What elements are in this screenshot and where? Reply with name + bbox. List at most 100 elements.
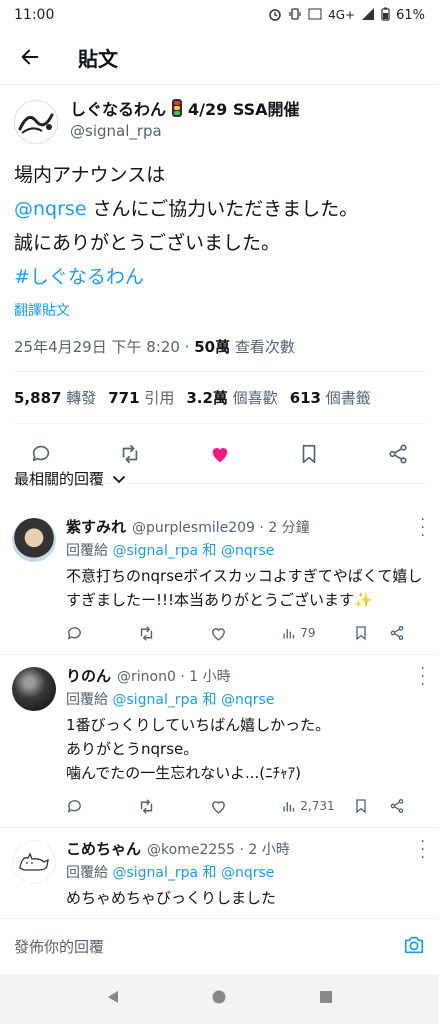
reply-item[interactable]: こめちゃん @kome2255 · 2 小時 回覆給 @signal_rpa 和… bbox=[0, 828, 439, 910]
circle-home-icon bbox=[212, 990, 226, 1004]
quotes-label: 引用 bbox=[139, 389, 175, 407]
likes-stat[interactable]: 3.2萬 個喜歡 bbox=[186, 387, 277, 408]
reply-views-count: 2,731 bbox=[300, 799, 335, 813]
reposts-label: 轉發 bbox=[61, 389, 97, 407]
heart-filled-icon bbox=[212, 447, 227, 462]
post-text: 場内アナウンスは @nqrse さんにご協力いただきました。 誠にありがとうござ… bbox=[0, 144, 439, 294]
reply-author-handle[interactable]: @kome2255 · 2 小時 bbox=[147, 839, 290, 859]
reply-author-name[interactable]: 紫すみれ bbox=[66, 516, 126, 537]
reply-actions: 2,731 bbox=[66, 785, 425, 827]
bookmark-icon bbox=[302, 444, 316, 463]
reply-to-prefix: 回覆給 bbox=[66, 543, 113, 559]
reply-input[interactable]: 發佈你的回覆 bbox=[14, 936, 403, 957]
author-name[interactable]: しぐなるわん 4/29 SSA開催 bbox=[70, 96, 300, 120]
translate-post-link[interactable]: 翻譯貼文 bbox=[0, 294, 439, 320]
reply-to-line: 回覆給 @signal_rpa 和 @nqrse bbox=[66, 862, 425, 882]
reply-text-line: 噛んでたの一生忘れないよ...(ﾆﾁｬｱ) bbox=[66, 764, 301, 782]
reply-bookmark-button[interactable] bbox=[353, 625, 389, 641]
repost-button[interactable] bbox=[119, 443, 141, 465]
reply-text: めちゃめちゃびっくりしました bbox=[66, 889, 277, 907]
reply-avatar[interactable] bbox=[12, 667, 56, 711]
reply-share-button[interactable] bbox=[389, 798, 425, 814]
repost-icon bbox=[123, 444, 138, 463]
reply-to-users[interactable]: @signal_rpa 和 @nqrse bbox=[112, 865, 274, 881]
views-label: 查看次數 bbox=[230, 338, 295, 356]
reply-views-button[interactable]: 79 bbox=[281, 626, 353, 641]
bar-chart-icon bbox=[283, 628, 295, 638]
author-name-suffix: 4/29 SSA開催 bbox=[188, 100, 300, 119]
reply-composer: 發佈你的回覆 bbox=[0, 918, 439, 974]
bookmark-button[interactable] bbox=[298, 443, 320, 465]
reply-views-count: 79 bbox=[300, 626, 316, 640]
reply-avatar[interactable] bbox=[12, 840, 56, 884]
post-stats: 5,887 轉發 771 引用 3.2萬 個喜歡 613 個書籤 bbox=[14, 372, 425, 424]
reply-author-handle[interactable]: @rinon0 · 1 小時 bbox=[117, 666, 231, 686]
main-post: しぐなるわん 4/29 SSA開催 @signal_rpa 場内アナウンスは @… bbox=[0, 86, 439, 484]
reply-comment-button[interactable] bbox=[66, 798, 138, 815]
traffic-light-icon bbox=[172, 99, 183, 117]
reply-repost-button[interactable] bbox=[138, 798, 210, 815]
comment-icon bbox=[67, 626, 81, 640]
replies-sort-dropdown[interactable]: 最相關的回覆 bbox=[14, 468, 126, 489]
reply-to-users[interactable]: @signal_rpa 和 @nqrse bbox=[112, 692, 274, 708]
bookmarks-count: 613 bbox=[289, 389, 321, 407]
author-name-text: しぐなるわん bbox=[70, 100, 167, 119]
more-options-icon[interactable]: · · · bbox=[421, 662, 425, 692]
vibrate-icon bbox=[288, 7, 302, 24]
reply-like-button[interactable] bbox=[210, 625, 282, 642]
like-button[interactable] bbox=[209, 443, 231, 465]
reply-avatar[interactable] bbox=[12, 518, 56, 562]
reply-to-users[interactable]: @signal_rpa 和 @nqrse bbox=[112, 543, 274, 559]
nav-back-button[interactable] bbox=[105, 989, 121, 1009]
network-type: 4G+ bbox=[328, 8, 356, 22]
reply-bookmark-button[interactable] bbox=[353, 798, 389, 814]
author-handle[interactable]: @signal_rpa bbox=[70, 122, 300, 140]
bookmark-icon bbox=[356, 799, 366, 814]
page-title: 貼文 bbox=[78, 46, 118, 71]
likes-count: 3.2萬 bbox=[186, 389, 228, 407]
reply-share-button[interactable] bbox=[389, 625, 425, 641]
arrow-left-icon bbox=[21, 49, 39, 65]
reply-repost-button[interactable] bbox=[138, 625, 210, 642]
quotes-count: 771 bbox=[108, 389, 140, 407]
status-icons: 4G+ 61% bbox=[268, 7, 425, 24]
reply-like-button[interactable] bbox=[210, 798, 282, 815]
more-options-icon[interactable]: · · · bbox=[421, 835, 425, 865]
reply-comment-button[interactable] bbox=[66, 625, 138, 642]
mention-link[interactable]: @nqrse bbox=[14, 198, 87, 220]
hashtag-link[interactable]: #しぐなるわん bbox=[14, 260, 425, 294]
camera-button[interactable] bbox=[403, 934, 425, 960]
reply-author-name[interactable]: こめちゃん bbox=[66, 838, 141, 859]
share-button[interactable] bbox=[387, 443, 409, 465]
post-text-line: @nqrse さんにご協力いただきました。 bbox=[14, 192, 425, 226]
reply-actions: 79 bbox=[66, 612, 425, 654]
reply-author-handle[interactable]: @purplesmile209 · 2 分鐘 bbox=[132, 517, 310, 537]
post-meta: 25年4月29日 下午 8:20 · 50萬 查看次數 bbox=[14, 336, 425, 372]
reposts-stat[interactable]: 5,887 轉發 bbox=[14, 387, 96, 408]
reply-button[interactable] bbox=[30, 443, 52, 465]
nav-recents-button[interactable] bbox=[318, 989, 334, 1009]
nav-home-button[interactable] bbox=[211, 989, 227, 1009]
author-avatar[interactable] bbox=[14, 100, 58, 144]
battery-percent: 61% bbox=[396, 7, 425, 23]
reply-item[interactable]: 紫すみれ @purplesmile209 · 2 分鐘 回覆給 @signal_… bbox=[0, 506, 439, 655]
reply-author-name[interactable]: りのん bbox=[66, 665, 111, 686]
reply-text: 不意打ちのnqrseボイスカッコよすぎてやばくて嬉しすぎましたー!!!本当ありが… bbox=[66, 567, 423, 609]
status-bar: 11:00 4G+ 61% bbox=[0, 0, 439, 30]
reply-views-button[interactable]: 2,731 bbox=[281, 799, 353, 814]
system-nav-bar bbox=[0, 974, 439, 1024]
post-timestamp: 25年4月29日 下午 8:20 · bbox=[14, 338, 195, 356]
reply-item[interactable]: りのん @rinon0 · 1 小時 回覆給 @signal_rpa 和 @nq… bbox=[0, 655, 439, 828]
bookmarks-stat[interactable]: 613 個書籤 bbox=[290, 387, 371, 408]
repost-icon bbox=[140, 625, 152, 641]
post-author[interactable]: しぐなるわん 4/29 SSA開催 @signal_rpa bbox=[0, 86, 439, 144]
share-icon bbox=[390, 799, 404, 813]
more-options-icon[interactable]: · · · bbox=[421, 513, 425, 543]
quotes-stat[interactable]: 771 引用 bbox=[108, 387, 174, 408]
reply-to-prefix: 回覆給 bbox=[66, 865, 113, 881]
cat-illustration bbox=[19, 852, 49, 871]
signal-icon bbox=[361, 7, 375, 24]
back-button[interactable] bbox=[0, 30, 60, 85]
camera-icon bbox=[404, 936, 424, 953]
logo-image bbox=[18, 113, 54, 134]
